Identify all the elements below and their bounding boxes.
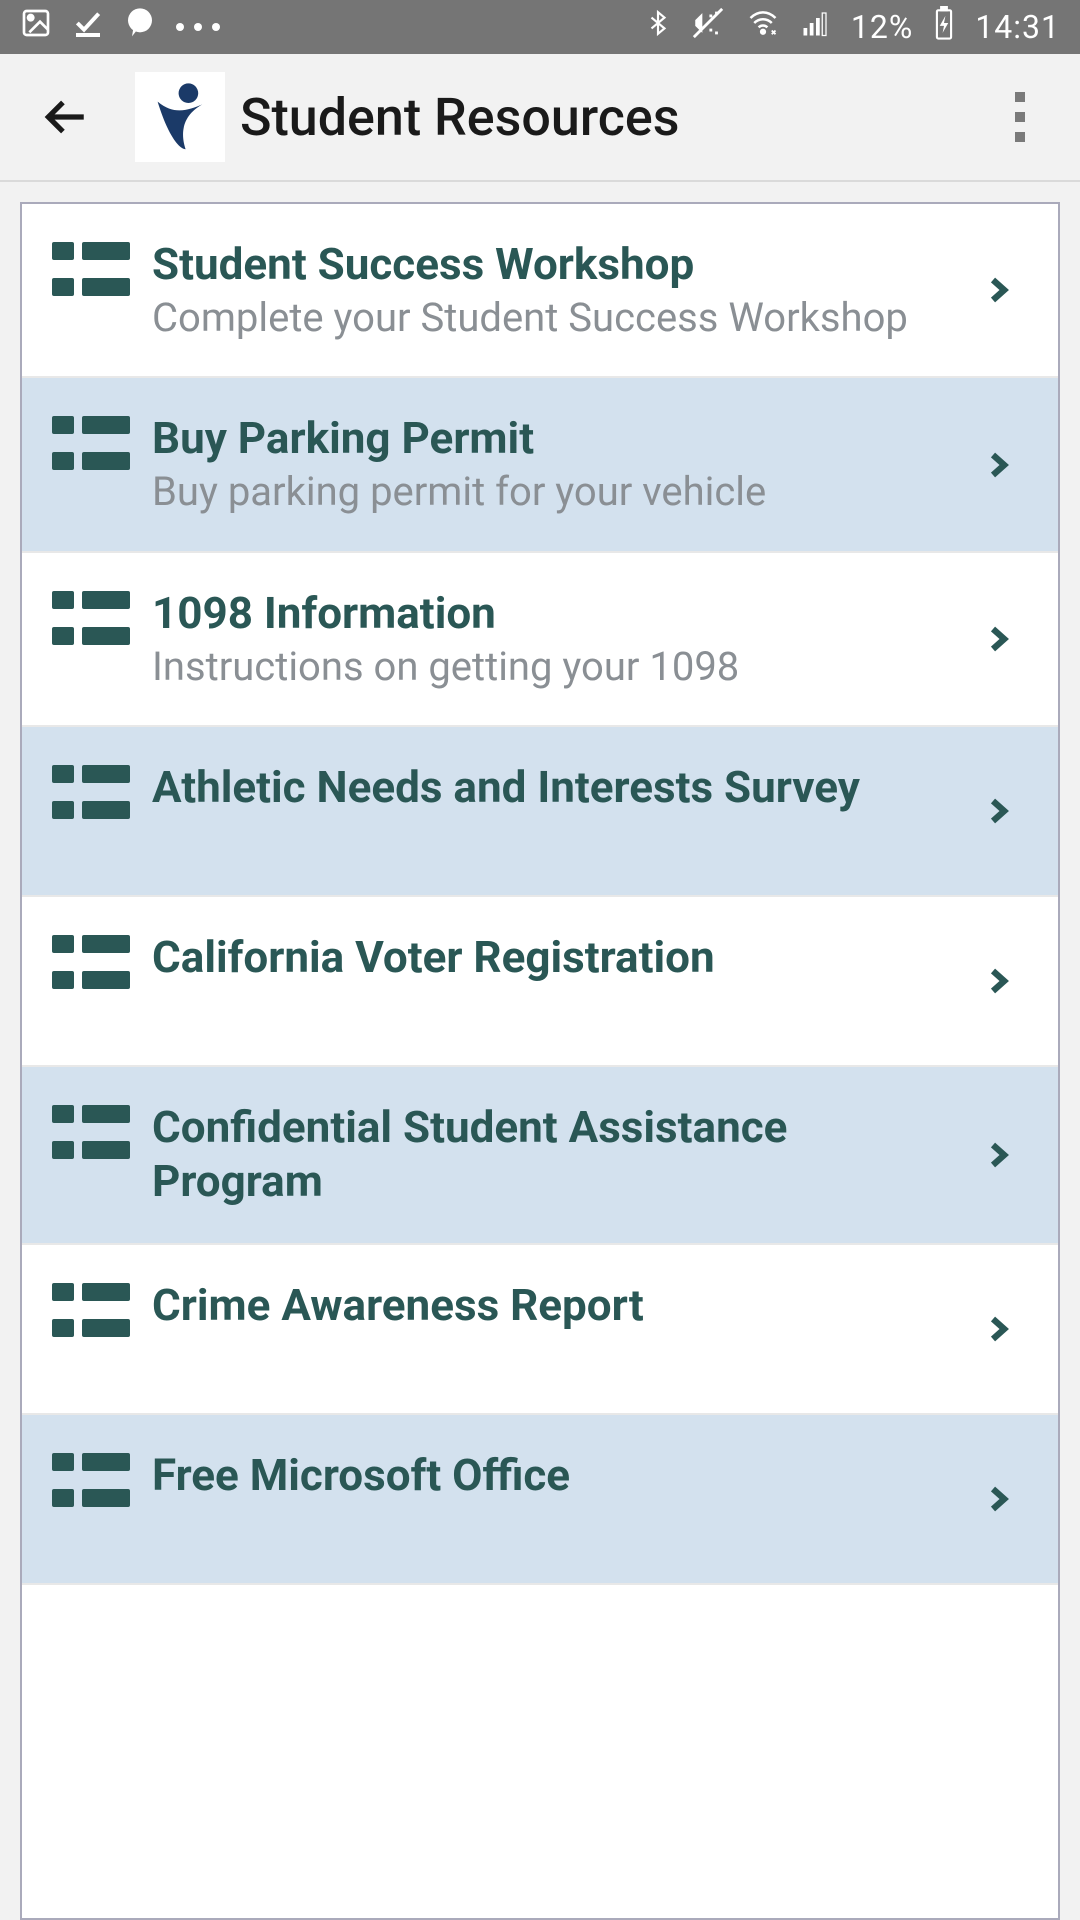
list-item-title: Confidential Student Assistance Program: [152, 1101, 948, 1208]
more-menu-button[interactable]: [990, 87, 1050, 147]
app-logo: [135, 72, 225, 162]
list-item-title: California Voter Registration: [152, 931, 948, 985]
list-item[interactable]: Confidential Student Assistance Program: [22, 1067, 1058, 1244]
list-item-subtitle: Instructions on getting your 1098: [152, 643, 948, 692]
vertical-dots-icon: [1015, 92, 1025, 142]
chevron-right-icon: [968, 790, 1028, 832]
arrow-left-icon: [40, 92, 90, 142]
list-item-body: Confidential Student Assistance Program: [132, 1101, 968, 1208]
list-grid-icon: [52, 931, 132, 989]
bluetooth-icon: [645, 6, 671, 48]
list-item-title: Student Success Workshop: [152, 238, 948, 292]
list-grid-icon: [52, 238, 132, 296]
list-item[interactable]: Free Microsoft Office: [22, 1415, 1058, 1585]
list-grid-icon: [52, 412, 132, 470]
wifi-icon: [745, 8, 781, 46]
list-item[interactable]: Athletic Needs and Interests Survey: [22, 727, 1058, 897]
list-item-body: Free Microsoft Office: [132, 1449, 968, 1503]
chat-bubble-icon: [124, 7, 156, 47]
app-logo-icon: [150, 82, 210, 152]
list-grid-icon: [52, 1101, 132, 1159]
list-item-body: Buy Parking PermitBuy parking permit for…: [132, 412, 968, 516]
chevron-right-icon: [968, 269, 1028, 311]
list-grid-icon: [52, 1279, 132, 1337]
back-button[interactable]: [30, 82, 100, 152]
list-item[interactable]: Buy Parking PermitBuy parking permit for…: [22, 378, 1058, 552]
list-grid-icon: [52, 587, 132, 645]
list-grid-icon: [52, 761, 132, 819]
page-title: Student Resources: [240, 87, 990, 148]
list-item-body: 1098 InformationInstructions on getting …: [132, 587, 968, 691]
list-item-title: Free Microsoft Office: [152, 1449, 948, 1503]
list-item[interactable]: California Voter Registration: [22, 897, 1058, 1067]
list-item-title: 1098 Information: [152, 587, 948, 641]
resource-list: Student Success WorkshopComplete your St…: [20, 202, 1060, 1920]
chevron-right-icon: [968, 1308, 1028, 1350]
clock-time: 14:31: [975, 8, 1060, 46]
chevron-right-icon: [968, 444, 1028, 486]
list-item[interactable]: 1098 InformationInstructions on getting …: [22, 553, 1058, 727]
content-area: Student Success WorkshopComplete your St…: [0, 182, 1080, 1920]
list-item-subtitle: Buy parking permit for your vehicle: [152, 468, 948, 517]
list-item-title: Athletic Needs and Interests Survey: [152, 761, 948, 815]
vibrate-mute-icon: [691, 6, 725, 48]
list-item-body: Student Success WorkshopComplete your St…: [132, 238, 968, 342]
list-item-title: Buy Parking Permit: [152, 412, 948, 466]
status-right-icons: 12% 14:31: [645, 6, 1060, 48]
list-item-body: Crime Awareness Report: [132, 1279, 968, 1333]
app-bar: Student Resources: [0, 54, 1080, 182]
list-item-subtitle: Complete your Student Success Workshop: [152, 294, 948, 343]
signal-icon: [801, 8, 831, 46]
list-item-body: California Voter Registration: [132, 931, 968, 985]
check-underline-icon: [72, 7, 104, 47]
list-item-title: Crime Awareness Report: [152, 1279, 948, 1333]
list-item[interactable]: Student Success WorkshopComplete your St…: [22, 204, 1058, 378]
battery-charging-icon: [933, 6, 955, 48]
status-bar: 12% 14:31: [0, 0, 1080, 54]
chevron-right-icon: [968, 1478, 1028, 1520]
chevron-right-icon: [968, 1134, 1028, 1176]
ellipsis-icon: [176, 23, 220, 31]
battery-percentage: 12%: [851, 8, 913, 46]
list-item[interactable]: Crime Awareness Report: [22, 1245, 1058, 1415]
chevron-right-icon: [968, 618, 1028, 660]
status-left-icons: [20, 7, 220, 47]
image-icon: [20, 7, 52, 47]
chevron-right-icon: [968, 960, 1028, 1002]
list-grid-icon: [52, 1449, 132, 1507]
list-item-body: Athletic Needs and Interests Survey: [132, 761, 968, 815]
